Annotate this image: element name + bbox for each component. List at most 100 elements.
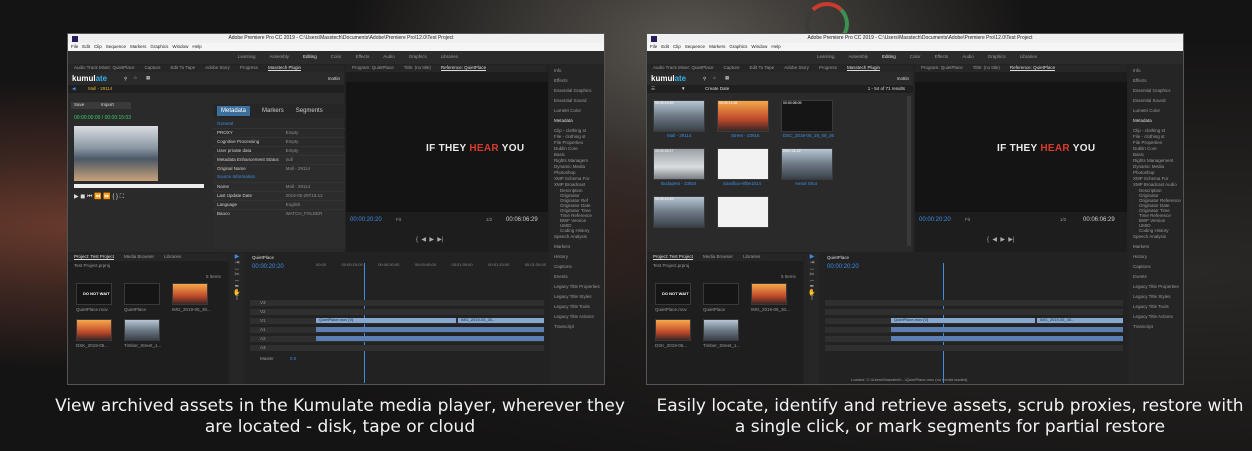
tab-audio-track-mixer[interactable]: Audio Track Mixer: QuietPlace <box>653 66 714 71</box>
asset-name[interactable]: DSC_2019-05_29_09_36 <box>783 133 834 139</box>
tab-markers[interactable]: Markers <box>262 108 284 114</box>
mark-out-icon[interactable]: } <box>116 194 118 200</box>
workspace-color[interactable]: Color <box>331 55 342 60</box>
import-button[interactable]: Import <box>101 102 114 108</box>
workspace-assembly[interactable]: Assembly <box>849 55 869 60</box>
tab-program[interactable]: Program: QuietPlace <box>921 66 963 71</box>
tab-project[interactable]: Project: Test Project <box>74 254 114 261</box>
menu-markers[interactable]: Markers <box>130 44 146 50</box>
scrollbar[interactable] <box>907 96 911 246</box>
menu-window[interactable]: Window <box>172 44 188 50</box>
project-thumb[interactable] <box>703 319 739 341</box>
rewind-icon[interactable]: ⏪ <box>94 194 101 200</box>
workspace-color[interactable]: Color <box>910 55 921 60</box>
asset-name[interactable]: Mall - 29114 <box>667 133 691 139</box>
workspace-learning[interactable]: Learning <box>817 55 835 60</box>
asset-thumb[interactable] <box>717 148 769 180</box>
tab-media-browser[interactable]: Media Browser <box>124 255 154 260</box>
save-button[interactable]: Save <box>74 102 84 108</box>
sequence-tab[interactable]: QuietPlace <box>252 255 274 261</box>
grid-icon[interactable]: ▦ <box>725 75 729 81</box>
list-icon[interactable]: ☰ <box>651 86 655 92</box>
panel-transcript[interactable]: Transcript <box>1133 324 1181 335</box>
user-name[interactable]: mottin <box>897 76 909 82</box>
workspace-assembly[interactable]: Assembly <box>270 55 290 60</box>
menu-graphics[interactable]: Graphics <box>729 44 747 50</box>
search-icon[interactable]: ⚲ <box>124 76 127 82</box>
menu-edit[interactable]: Edit <box>82 44 90 50</box>
tab-capture[interactable]: Capture <box>724 66 740 71</box>
filter-icon[interactable]: ▼ <box>681 86 685 92</box>
tab-libraries[interactable]: Libraries <box>164 255 181 260</box>
asset-name[interactable]: Aerial Shot <box>795 181 817 187</box>
workspace-effects[interactable]: Effects <box>935 55 949 60</box>
mark-in-icon[interactable]: { <box>416 237 418 243</box>
mark-in-icon[interactable]: { <box>987 237 989 243</box>
back-icon[interactable]: ◀ <box>72 86 75 92</box>
tab-edit-to-tape[interactable]: Edit To Tape <box>750 66 775 71</box>
tab-capture[interactable]: Capture <box>145 66 161 71</box>
tab-media-browser[interactable]: Media Browser <box>703 255 733 260</box>
fullscreen-icon[interactable]: ⛶ <box>120 194 124 200</box>
menu-graphics[interactable]: Graphics <box>150 44 168 50</box>
workspace-effects[interactable]: Effects <box>356 55 370 60</box>
workspace-learning[interactable]: Learning <box>238 55 256 60</box>
step-back-icon[interactable]: ◀ <box>421 237 426 243</box>
time-ruler[interactable]: 00:00 00:00:15:00 00:00:30:00 00:00:45:00 00… <box>316 263 546 273</box>
tab-libraries[interactable]: Libraries <box>743 255 760 260</box>
tab-adobe-story[interactable]: Adobe Story <box>205 66 230 71</box>
audio-clip[interactable] <box>316 327 544 332</box>
fit-dropdown[interactable]: Fit <box>396 217 401 223</box>
menu-sequence[interactable]: Sequence <box>685 44 705 50</box>
tab-masstech-plugin[interactable]: Masstech Plugin <box>267 65 301 72</box>
project-thumb[interactable]: DO NOT WAIT <box>76 283 112 305</box>
play-icon[interactable]: ▶ <box>74 194 79 200</box>
type-icon[interactable]: T <box>230 296 244 302</box>
menu-clip[interactable]: Clip <box>673 44 681 50</box>
workspace-editing[interactable]: Editing <box>882 55 896 60</box>
tab-metadata[interactable]: Metadata <box>217 106 251 116</box>
mark-in-icon[interactable]: { <box>112 194 114 200</box>
video-clip[interactable]: QuietPlace.mov [V] <box>891 318 1035 323</box>
project-thumb[interactable] <box>76 319 112 341</box>
audio-clip[interactable] <box>891 336 1123 341</box>
project-thumb[interactable] <box>655 319 691 341</box>
step-back-icon[interactable]: ◀ <box>992 237 997 243</box>
quality-dropdown[interactable]: 1/2 <box>486 217 492 223</box>
menu-window[interactable]: Window <box>751 44 767 50</box>
quality-dropdown[interactable]: 1/2 <box>1060 217 1066 223</box>
asset-name[interactable]: Sandbox-8f0e1014 <box>723 181 761 187</box>
project-thumb[interactable] <box>751 283 787 305</box>
project-thumb[interactable] <box>124 283 160 305</box>
sort-dropdown[interactable]: Create Date <box>705 86 729 92</box>
tab-masstech-plugin[interactable]: Masstech Plugin <box>846 65 880 72</box>
tab-reference[interactable]: Reference: QuietPlace <box>1009 65 1056 72</box>
step-forward-icon[interactable]: ▶| <box>437 237 443 243</box>
menu-clip[interactable]: Clip <box>94 44 102 50</box>
menu-help[interactable]: Help <box>192 44 201 50</box>
tab-edit-to-tape[interactable]: Edit To Tape <box>171 66 196 71</box>
audio-clip[interactable] <box>316 336 544 341</box>
home-icon[interactable]: ⌂ <box>134 75 137 81</box>
asset-name[interactable]: Street - 23916 <box>731 133 760 139</box>
asset-name[interactable]: Budapest - 23924 <box>661 181 697 187</box>
tab-reference[interactable]: Reference: QuietPlace <box>440 65 487 72</box>
grid-icon[interactable]: ▦ <box>146 75 150 81</box>
workspace-audio[interactable]: Audio <box>383 55 395 60</box>
menu-markers[interactable]: Markers <box>709 44 725 50</box>
video-clip[interactable]: QuietPlace.mov [V] <box>316 318 456 323</box>
scrub-bar[interactable] <box>74 184 204 188</box>
workspace-editing[interactable]: Editing <box>303 55 317 60</box>
video-clip[interactable]: IMG_2019-05_30... <box>1037 318 1123 323</box>
menu-sequence[interactable]: Sequence <box>106 44 126 50</box>
tab-title[interactable]: Title: (no title) <box>973 66 1000 71</box>
skip-back-icon[interactable]: ⏮ <box>87 194 92 200</box>
tab-progress[interactable]: Progress <box>819 66 837 71</box>
menu-help[interactable]: Help <box>771 44 780 50</box>
home-icon[interactable]: ⌂ <box>713 75 716 81</box>
project-thumb[interactable] <box>172 283 208 305</box>
stop-icon[interactable]: ◼ <box>80 194 85 200</box>
tab-segments[interactable]: Segments <box>296 108 323 114</box>
step-forward-icon[interactable]: ▶| <box>1008 237 1014 243</box>
tab-audio-track-mixer[interactable]: Audio Track Mixer: QuietPlace <box>74 66 135 71</box>
